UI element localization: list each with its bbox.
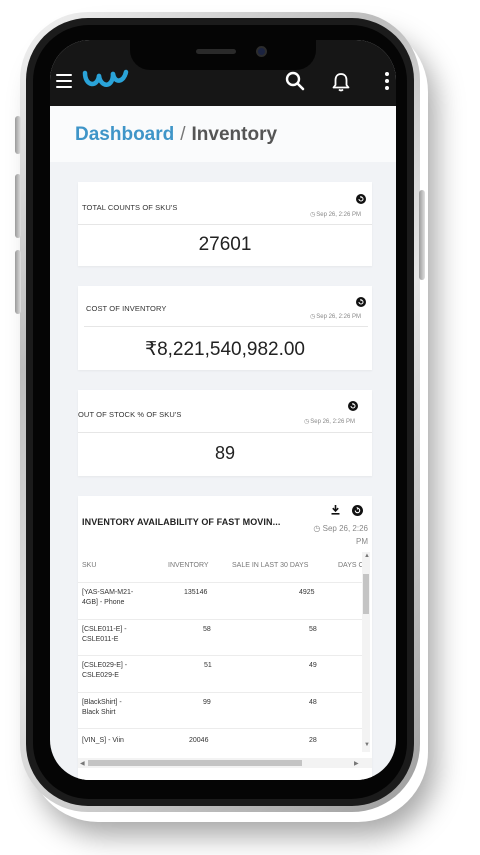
sku-cell: [CSLE011-E] - CSLE011-E [82, 625, 127, 645]
breadcrumb-current: Inventory [191, 124, 278, 145]
notch [130, 40, 316, 70]
speaker [196, 49, 236, 54]
refresh-icon[interactable] [356, 297, 366, 307]
sku-line-1: [CSLE011-E] - [82, 626, 127, 633]
inventory-availability-card: INVENTORY AVAILABILITY OF FAST MOVIN... … [78, 496, 372, 780]
sku-line-1: [VIN_S] - Viin [82, 737, 124, 744]
total-sku-count-card: TOTAL COUNTS OF SKU'S ◷Sep 26, 2:26 PM 2… [78, 182, 372, 266]
table-row[interactable]: [CSLE011-E] - CSLE011-E 58 58 [78, 619, 362, 655]
bell-icon[interactable] [331, 71, 351, 93]
table-row[interactable]: [BlackShirt] - Black Shirt 99 48 [78, 692, 362, 728]
sku-cell: [YAS-SAM-M21- 4GB] - Phone [82, 588, 133, 608]
clock-icon: ◷ [313, 524, 323, 533]
refresh-icon[interactable] [348, 401, 358, 411]
sku-line-1: [YAS-SAM-M21- [82, 589, 134, 596]
card-timestamp-text: Sep 26, 2:26 PM [316, 314, 361, 320]
out-of-stock-value: 89 [214, 443, 236, 463]
sale-cell: 48 [309, 699, 317, 706]
scroll-left-arrow[interactable]: ◀ [80, 760, 85, 767]
inventory-cell: 99 [203, 699, 211, 706]
sku-line-2: CSLE011-E [82, 636, 119, 643]
timestamp-line-1: Sep 26, 2:26 [322, 524, 368, 533]
table-row[interactable]: [YAS-SAM-M21- 4GB] - Phone 135146 4925 [78, 582, 362, 619]
sku-line-2: 4GB] - Phone [82, 599, 125, 606]
scroll-up-arrow[interactable]: ▲ [364, 553, 370, 559]
card-title: OUT OF STOCK % OF SKU'S [78, 410, 182, 419]
column-header-sku[interactable]: SKU [82, 562, 96, 569]
horizontal-scrollbar[interactable]: ◀ ▶ [78, 758, 372, 768]
vertical-scroll-thumb[interactable] [363, 574, 369, 614]
scroll-down-arrow[interactable]: ▼ [364, 742, 370, 748]
silent-switch [15, 116, 21, 154]
card-timestamp: ◷Sep 26, 2:26 PM [310, 211, 361, 218]
card-divider [78, 224, 372, 225]
card-timestamp: ◷Sep 26, 2:26 PM [310, 313, 361, 320]
sku-line-2: CSLE029-E [82, 672, 119, 679]
sku-line-1: [CSLE029-E] - [82, 662, 128, 669]
search-icon[interactable] [284, 70, 306, 92]
breadcrumb-dashboard-link[interactable]: Dashboard [75, 124, 174, 145]
breadcrumb-bar: Dashboard / Inventory [50, 106, 396, 162]
vertical-scrollbar[interactable]: ▲ ▼ [362, 552, 370, 752]
breadcrumb-separator: / [180, 124, 186, 145]
inventory-cell: 51 [204, 662, 212, 669]
sale-cell: 28 [309, 737, 317, 744]
card-divider [78, 432, 372, 433]
card-divider [84, 326, 368, 327]
cost-of-inventory-card: COST OF INVENTORY ◷Sep 26, 2:26 PM ₹8,22… [78, 286, 372, 370]
breadcrumb: Dashboard / Inventory [75, 124, 277, 146]
inventory-card-title: INVENTORY AVAILABILITY OF FAST MOVIN... [82, 517, 281, 527]
sku-line-1: [BlackShirt] - [82, 699, 122, 706]
menu-icon[interactable] [56, 74, 72, 88]
download-icon[interactable] [330, 504, 341, 515]
card-timestamp-text: Sep 26, 2:26 PM [310, 419, 355, 425]
clock-icon: ◷ [310, 314, 316, 320]
refresh-icon[interactable] [352, 505, 363, 516]
inventory-card-timestamp: ◷ Sep 26, 2:26 PM [308, 522, 368, 548]
sale-cell: 49 [309, 662, 317, 669]
column-header-sale-last-30-days[interactable]: SALE IN LAST 30 DAYS [232, 562, 308, 569]
scroll-right-arrow[interactable]: ▶ [354, 760, 359, 767]
front-camera [256, 46, 267, 57]
volume-up-button [15, 174, 21, 238]
inventory-cell: 58 [203, 626, 211, 633]
sku-line-2: Black Shirt [82, 709, 116, 716]
clock-icon: ◷ [304, 419, 310, 425]
power-button [419, 190, 425, 280]
inventory-table[interactable]: SKU INVENTORY SALE IN LAST 30 DAYS DAYS … [78, 552, 372, 762]
sku-cell: [CSLE029-E] - CSLE029-E [82, 661, 127, 681]
sku-cell: [VIN_S] - Viin [82, 736, 124, 746]
cost-of-inventory-value: ₹8,221,540,982.00 [144, 339, 305, 360]
clock-icon: ◷ [310, 212, 316, 218]
column-header-inventory[interactable]: INVENTORY [168, 562, 209, 569]
table-row[interactable]: [CSLE029-E] - CSLE029-E 51 49 [78, 655, 362, 692]
volume-down-button [15, 250, 21, 314]
column-header-days[interactable]: DAYS C [338, 562, 364, 569]
total-sku-count-value: 27601 [198, 234, 252, 255]
phone-screen: Dashboard / Inventory TOTAL COUNTS OF SKU'… [50, 40, 396, 780]
card-title: TOTAL COUNTS OF SKU'S [82, 203, 178, 212]
table-row[interactable]: [VIN_S] - Viin 20046 28 [78, 728, 362, 758]
inventory-cell: 20046 [189, 737, 209, 744]
horizontal-scroll-thumb[interactable] [88, 760, 302, 766]
sale-cell: 4925 [299, 589, 315, 596]
timestamp-line-2: PM [356, 537, 368, 546]
more-vertical-icon[interactable] [384, 72, 390, 92]
card-title: COST OF INVENTORY [86, 304, 167, 313]
card-timestamp: ◷Sep 26, 2:26 PM [304, 418, 355, 425]
sale-cell: 58 [309, 626, 317, 633]
card-timestamp-text: Sep 26, 2:26 PM [316, 212, 361, 218]
out-of-stock-card: OUT OF STOCK % OF SKU'S ◷Sep 26, 2:26 PM… [78, 390, 372, 476]
sku-cell: [BlackShirt] - Black Shirt [82, 698, 122, 718]
logo [82, 69, 129, 87]
inventory-cell: 135146 [184, 589, 208, 596]
refresh-icon[interactable] [356, 194, 366, 204]
